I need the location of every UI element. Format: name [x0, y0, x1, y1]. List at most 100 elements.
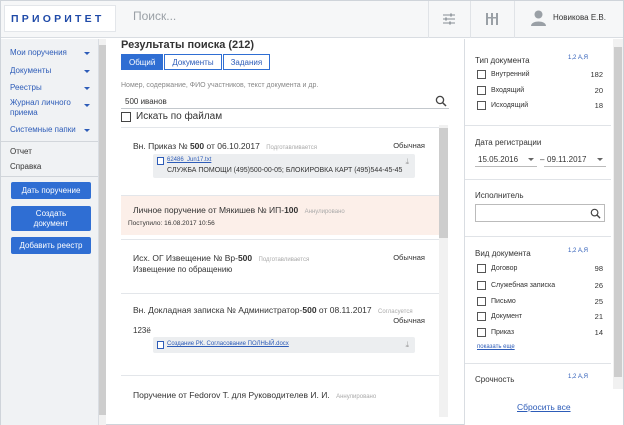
search-icon[interactable]: [590, 208, 601, 219]
checkbox[interactable]: [477, 297, 486, 306]
date-from-value: 15.05.2016: [478, 154, 519, 164]
avatar[interactable]: [530, 9, 547, 26]
result-title[interactable]: Вн. Приказ № 500 от 06.10.2017 Подготавл…: [133, 141, 317, 151]
list-item[interactable]: Вн. Приказ № 500 от 06.10.2017 Подготавл…: [121, 127, 439, 195]
status-text: Подготавливается: [258, 257, 310, 263]
search-value[interactable]: 500 иванов: [125, 97, 167, 106]
result-title[interactable]: Вн. Докладная записка № Администратор-50…: [133, 305, 413, 315]
sidebar-item-registries[interactable]: Реестры: [10, 83, 42, 93]
create-document-button[interactable]: Создать документ: [11, 206, 91, 231]
checkbox[interactable]: [477, 264, 486, 273]
attachment[interactable]: 62486_Jun17.txt СЛУЖБА ПОМОЩИ (495)500-0…: [153, 154, 415, 178]
sidebar-item-personal-reception-line1[interactable]: Журнал личного: [10, 98, 71, 108]
chevron-down-icon[interactable]: [597, 158, 603, 161]
search-input[interactable]: 500 иванов: [121, 93, 449, 109]
option-label: Служебная записка: [491, 282, 556, 289]
structure-icon[interactable]: [484, 11, 500, 27]
scrollbar-thumb[interactable]: [439, 128, 448, 238]
title-date: от 08.11.2017: [316, 305, 372, 315]
header-divider: [428, 1, 429, 38]
result-title[interactable]: Исх. ОГ Извещение № Вр-500 Подготавливае…: [133, 253, 309, 263]
result-title[interactable]: Личное поручение от Мякишев № ИП-100 Анн…: [133, 205, 345, 215]
filter-option[interactable]: Документ: [477, 312, 522, 321]
checkbox[interactable]: [121, 111, 131, 122]
sidebar-item-help[interactable]: Справка: [10, 162, 41, 171]
user-name[interactable]: Новикова Е.В.: [553, 13, 606, 22]
executor-input[interactable]: [475, 204, 605, 222]
sidebar-item-personal-reception-line2[interactable]: приема: [10, 108, 38, 118]
title-match: 500: [302, 305, 317, 315]
reset-all-link[interactable]: Сбросить все: [517, 402, 571, 412]
assign-button[interactable]: Дать поручение: [11, 182, 91, 199]
list-item[interactable]: Поручение от Fedorov T. для Руководителе…: [121, 375, 439, 417]
attachment-filename[interactable]: 62486_Jun17.txt: [167, 157, 211, 163]
tab-tasks[interactable]: Задания: [222, 54, 271, 70]
header-divider: [470, 1, 471, 38]
sidebar: Мои поручения Документы Реестры Журнал л…: [1, 39, 99, 425]
filter-option[interactable]: Внутренний: [477, 70, 530, 79]
filter-option[interactable]: Входящий: [477, 86, 524, 95]
filter-option[interactable]: Служебная записка: [477, 281, 555, 290]
sort-toggle[interactable]: 1,2 А,Я: [568, 55, 588, 61]
sidebar-item-my-assignments[interactable]: Мои поручения: [10, 48, 67, 58]
filter-settings-icon[interactable]: [441, 11, 457, 27]
sidebar-item-documents[interactable]: Документы: [10, 66, 51, 76]
chevron-down-icon[interactable]: [84, 129, 90, 132]
sidebar-scrollbar[interactable]: [99, 39, 106, 425]
priority-label: Обычная: [393, 316, 425, 325]
date-from-select[interactable]: 15.05.2016: [475, 152, 537, 167]
scrollbar-thumb[interactable]: [99, 45, 106, 415]
results-list: Вн. Приказ № 500 от 06.10.2017 Подготавл…: [121, 125, 439, 417]
filter-option[interactable]: Письмо: [477, 297, 516, 306]
sort-toggle[interactable]: 1,2 А,Я: [568, 248, 588, 254]
search-icon[interactable]: [435, 95, 447, 107]
search-files-label: Искать по файлам: [136, 111, 223, 122]
filter-divider: [465, 179, 611, 180]
app-window: ПРИОРИТЕТ Поиск... Новикова Е.В. Мои пор…: [0, 0, 624, 425]
list-item[interactable]: Вн. Докладная записка № Администратор-50…: [121, 293, 439, 373]
sort-toggle[interactable]: 1,2 А,Я: [568, 374, 588, 380]
list-item[interactable]: Исх. ОГ Извещение № Вр-500 Подготавливае…: [121, 239, 439, 285]
filter-doc-kind-title: Вид документа: [475, 249, 531, 258]
attachment[interactable]: Создание РК. Согласование ПОЛНЫЙ.docx ⤓: [153, 337, 415, 353]
result-title[interactable]: Поручение от Fedorov T. для Руководителе…: [133, 390, 376, 400]
add-registry-button[interactable]: Добавить реестр: [11, 237, 91, 254]
attachment-snippet: СЛУЖБА ПОМОЩИ (495)500-00-05; БЛОКИРОВКА…: [167, 167, 403, 174]
results-scrollbar[interactable]: [439, 125, 448, 417]
list-item[interactable]: Личное поручение от Мякишев № ИП-100 Анн…: [121, 195, 439, 235]
tab-general[interactable]: Общий: [121, 54, 164, 70]
filter-scrollbar[interactable]: [613, 39, 623, 389]
tab-documents[interactable]: Документы: [164, 54, 222, 70]
show-more-link[interactable]: показать еще: [477, 344, 515, 350]
download-icon[interactable]: ⤓: [405, 340, 409, 350]
chevron-down-icon[interactable]: [84, 70, 90, 73]
sidebar-item-system-folders[interactable]: Системные папки: [10, 125, 76, 135]
filter-option[interactable]: Исходящий: [477, 101, 528, 110]
scrollbar-thumb[interactable]: [614, 47, 622, 377]
filter-option[interactable]: Договор: [477, 264, 517, 273]
checkbox[interactable]: [477, 312, 486, 321]
chevron-down-icon[interactable]: [84, 87, 90, 90]
chevron-down-icon[interactable]: [84, 104, 90, 107]
option-label: Приказ: [491, 329, 515, 336]
checkbox[interactable]: [477, 281, 486, 290]
search-files-checkbox[interactable]: Искать по файлам: [121, 111, 222, 122]
filter-option[interactable]: Приказ: [477, 328, 514, 337]
date-to-value: 09.11.2017: [547, 154, 587, 164]
checkbox[interactable]: [477, 86, 486, 95]
header: ПРИОРИТЕТ Поиск... Новикова Е.В.: [1, 1, 623, 38]
checkbox[interactable]: [477, 328, 486, 337]
chevron-down-icon[interactable]: [84, 52, 90, 55]
download-icon[interactable]: ⤓: [405, 157, 409, 167]
filter-executor-title: Исполнитель: [475, 191, 524, 200]
result-description: Извещение по обращению: [133, 265, 233, 274]
date-to-select[interactable]: 09.11.2017: [544, 152, 606, 167]
filter-urgency-title: Срочность: [475, 375, 515, 384]
sidebar-item-report[interactable]: Отчет: [10, 147, 32, 156]
chevron-down-icon[interactable]: [528, 158, 534, 161]
attachment-filename[interactable]: Создание РК. Согласование ПОЛНЫЙ.docx: [167, 341, 289, 347]
create-document-line1: Создать: [35, 208, 67, 218]
checkbox[interactable]: [477, 70, 486, 79]
checkbox[interactable]: [477, 101, 486, 110]
global-search-input[interactable]: Поиск...: [133, 9, 176, 23]
